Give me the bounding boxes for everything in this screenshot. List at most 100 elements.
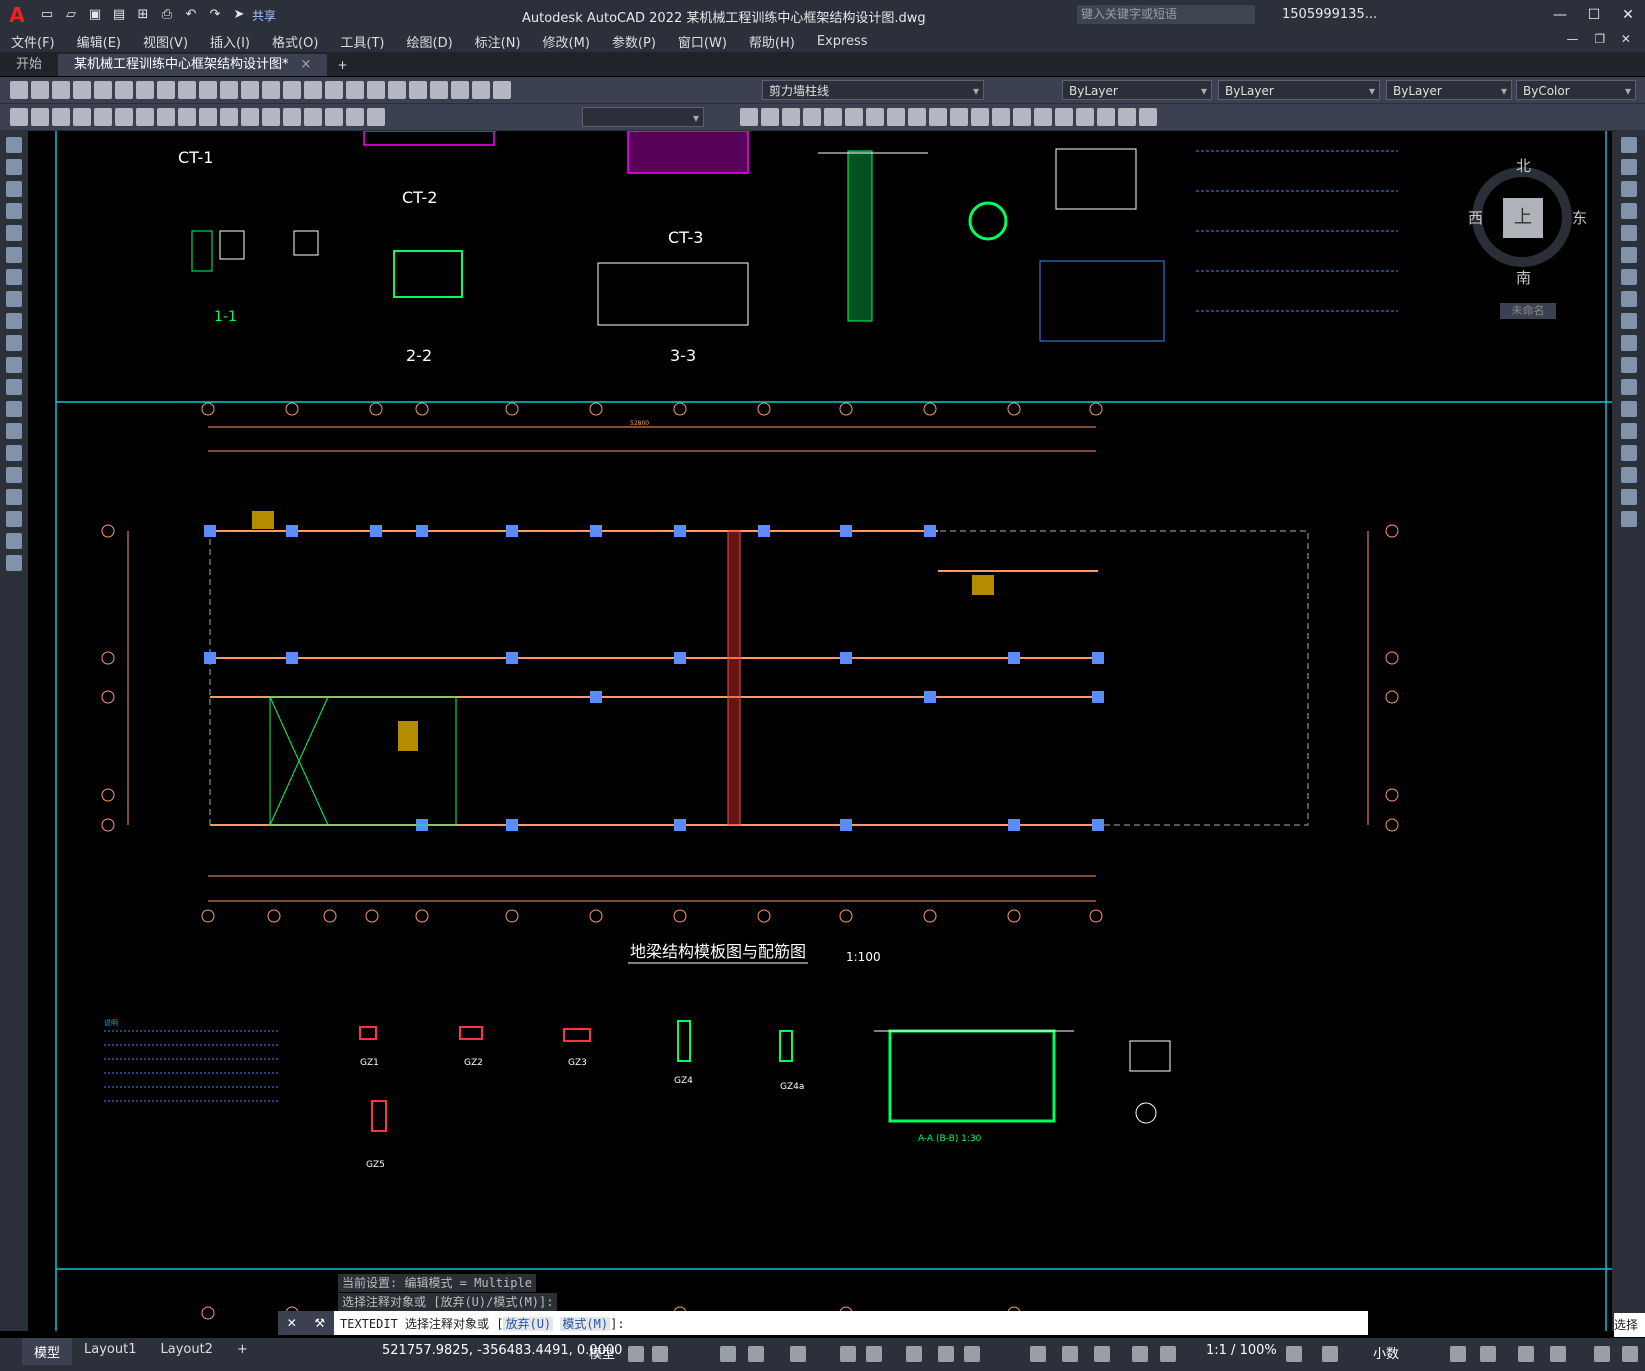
view-icon-17[interactable] — [1076, 108, 1094, 126]
view-icon-3[interactable] — [782, 108, 800, 126]
gradient-icon[interactable] — [6, 467, 22, 483]
menu-help[interactable]: 帮助(H) — [738, 32, 806, 51]
layer-icon[interactable] — [451, 81, 469, 99]
sheet-set-icon[interactable] — [388, 81, 406, 99]
undo-icon[interactable] — [220, 81, 238, 99]
view-icon-15[interactable] — [1034, 108, 1052, 126]
tab-layout2[interactable]: Layout2 — [148, 1338, 224, 1365]
explode-icon[interactable] — [1621, 511, 1637, 527]
print-icon[interactable]: ⎙ — [158, 6, 176, 24]
circle-icon[interactable] — [6, 269, 22, 285]
dim-radius-icon[interactable] — [94, 108, 112, 126]
menu-insert[interactable]: 插入(I) — [199, 32, 261, 51]
pan-icon[interactable] — [262, 81, 280, 99]
dim-jogged-icon[interactable] — [115, 108, 133, 126]
model-space-toggle[interactable]: 模型 — [589, 1343, 615, 1362]
ellipse-icon[interactable] — [6, 335, 22, 351]
view-icon-2[interactable] — [761, 108, 779, 126]
view-icon-14[interactable] — [1013, 108, 1031, 126]
mirror-icon[interactable] — [1621, 181, 1637, 197]
dimstyle-select[interactable] — [582, 107, 704, 128]
quick-properties-icon[interactable] — [1450, 1346, 1466, 1362]
close-cmd-icon[interactable]: ✕ — [287, 1316, 297, 1330]
rotate-icon[interactable] — [1621, 269, 1637, 285]
ortho-icon[interactable] — [720, 1346, 736, 1362]
dim-aligned-icon[interactable] — [31, 108, 49, 126]
autocad-logo-icon[interactable]: A — [0, 0, 34, 30]
selection-filter-icon[interactable] — [1094, 1346, 1110, 1362]
menu-tools[interactable]: 工具(T) — [329, 32, 395, 51]
tab-layout1[interactable]: Layout1 — [72, 1338, 148, 1365]
ellipse-arc-icon[interactable] — [6, 357, 22, 373]
lock-icon[interactable] — [493, 81, 511, 99]
scale-icon[interactable] — [1621, 291, 1637, 307]
center-mark-icon[interactable] — [283, 108, 301, 126]
redo-icon[interactable] — [241, 81, 259, 99]
annotation-visibility-icon[interactable] — [1160, 1346, 1176, 1362]
stretch-icon[interactable] — [1621, 313, 1637, 329]
plotstyle-select[interactable]: ByColor — [1516, 80, 1636, 101]
break-icon[interactable] — [1621, 401, 1637, 417]
compass-east[interactable]: 东 — [1572, 207, 1587, 228]
tool-palette-icon[interactable] — [367, 81, 385, 99]
open-icon[interactable]: ▱ — [62, 6, 80, 24]
otrack-icon[interactable] — [840, 1346, 856, 1362]
dim-update-icon[interactable] — [367, 108, 385, 126]
break-point-icon[interactable] — [1621, 379, 1637, 395]
inspect-icon[interactable] — [304, 108, 322, 126]
zoom-icon[interactable] — [283, 81, 301, 99]
tab-start[interactable]: 开始 — [0, 54, 58, 76]
view-icon-12[interactable] — [971, 108, 989, 126]
3dosnap-icon[interactable] — [1030, 1346, 1046, 1362]
preview-icon[interactable] — [94, 81, 112, 99]
hatch-icon[interactable] — [6, 445, 22, 461]
copy-icon[interactable] — [157, 81, 175, 99]
new-tab-button[interactable]: + — [327, 54, 357, 76]
publish-icon[interactable] — [115, 81, 133, 99]
polar-icon[interactable] — [748, 1346, 764, 1362]
customization-icon[interactable] — [1622, 1346, 1638, 1362]
command-line[interactable]: ✕ ⚒ TEXTEDIT 选择注释对象或 [放弃(U) 模式(M)]: — [278, 1311, 1368, 1335]
lock-ui-icon[interactable] — [1480, 1346, 1496, 1362]
dim-baseline-icon[interactable] — [199, 108, 217, 126]
annotation-scale[interactable]: 1:1 / 100% — [1206, 1343, 1277, 1358]
view-icon-19[interactable] — [1118, 108, 1136, 126]
dim-arc-icon[interactable] — [52, 108, 70, 126]
lineweight-select[interactable]: ByLayer — [1386, 80, 1512, 101]
menu-edit[interactable]: 编辑(E) — [66, 32, 132, 51]
view-icon-6[interactable] — [845, 108, 863, 126]
minimize-icon[interactable]: — — [1543, 0, 1577, 30]
cursor-coordinates[interactable]: 521757.9825, -356483.4491, 0.0000 — [382, 1343, 622, 1358]
properties-icon[interactable] — [325, 81, 343, 99]
units-display[interactable]: 小数 — [1373, 1343, 1399, 1362]
search-input[interactable]: 键入关键字或短语 — [1077, 5, 1255, 24]
lineweight-icon[interactable] — [906, 1346, 922, 1362]
option-undo[interactable]: 放弃(U) — [503, 1316, 554, 1331]
view-icon-11[interactable] — [950, 108, 968, 126]
polyline-icon[interactable] — [6, 181, 22, 197]
add-selected-icon[interactable] — [6, 555, 22, 571]
osnap-icon[interactable] — [790, 1346, 806, 1362]
arc-icon[interactable] — [6, 247, 22, 263]
erase-icon[interactable] — [1621, 137, 1637, 153]
rectangle-icon[interactable] — [6, 225, 22, 241]
hardware-accel-icon[interactable] — [1550, 1346, 1566, 1362]
view-icon-4[interactable] — [803, 108, 821, 126]
workspace-gear-icon[interactable] — [1286, 1346, 1302, 1362]
help-icon[interactable] — [430, 81, 448, 99]
light-icon[interactable] — [472, 81, 490, 99]
isolate-objects-icon[interactable] — [1518, 1346, 1534, 1362]
dim-edit-icon[interactable] — [325, 108, 343, 126]
menu-view[interactable]: 视图(V) — [132, 32, 199, 51]
chamfer-icon[interactable] — [1621, 445, 1637, 461]
tab-document[interactable]: 某机械工程训练中心框架结构设计图* × — [58, 54, 328, 76]
option-mode[interactable]: 模式(M) — [560, 1316, 611, 1331]
web-open-icon[interactable]: ⊞ — [134, 6, 152, 24]
array-icon[interactable] — [1621, 225, 1637, 241]
new-icon[interactable] — [10, 81, 28, 99]
extend-icon[interactable] — [1621, 357, 1637, 373]
view-icon-10[interactable] — [929, 108, 947, 126]
offset-icon[interactable] — [1621, 203, 1637, 219]
tolerance-icon[interactable] — [262, 108, 280, 126]
save-icon[interactable]: ▣ — [86, 6, 104, 24]
